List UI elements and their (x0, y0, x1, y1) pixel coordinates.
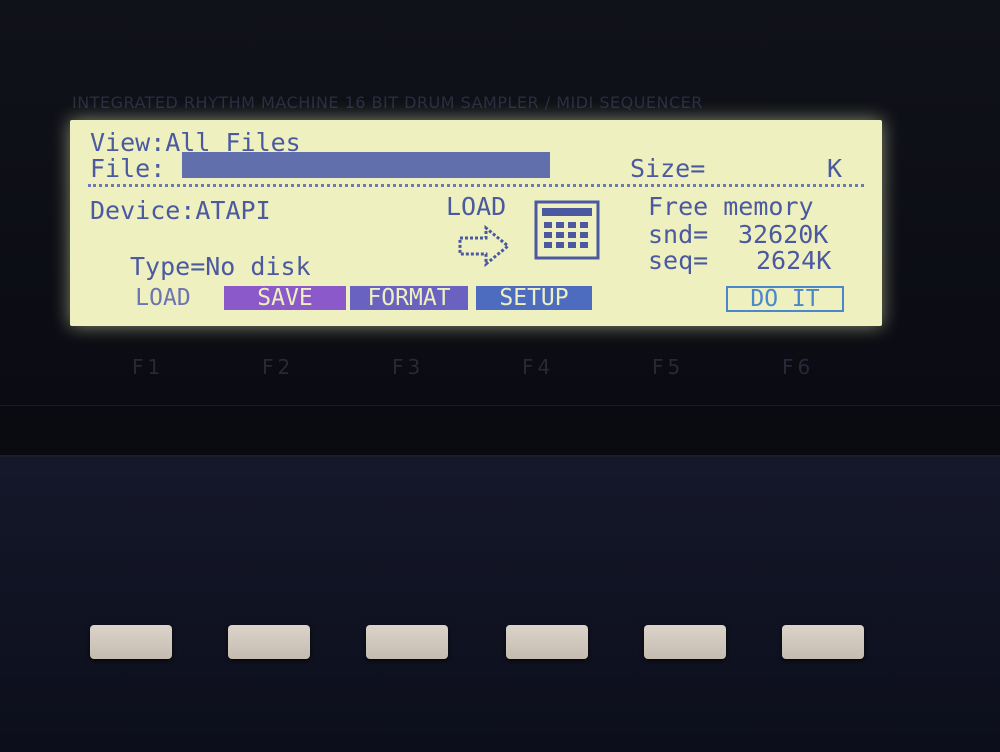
device-label: Device:ATAPI (90, 196, 271, 225)
f3-label: F3 (392, 355, 425, 379)
snd-value: 32620K (738, 220, 829, 249)
size-label: Size= (630, 154, 706, 183)
snd-label: snd= (648, 220, 709, 249)
softkey-setup[interactable]: SETUP (476, 286, 592, 310)
f5-label: F5 (652, 355, 685, 379)
f2-button[interactable] (228, 625, 310, 659)
panel-ridge (0, 405, 1000, 456)
f5-button[interactable] (644, 625, 726, 659)
seq-value: 2624K (756, 246, 832, 275)
f3-button[interactable] (366, 625, 448, 659)
softkey-format[interactable]: FORMAT (350, 286, 468, 310)
f6-label: F6 (782, 355, 815, 379)
f1-label: F1 (132, 355, 165, 379)
device-lower-panel (0, 455, 1000, 752)
softkey-load[interactable]: LOAD (120, 286, 206, 310)
lcd-screen: View:All Files File: Size= K Device:ATAP… (70, 120, 882, 326)
load-heading: LOAD (446, 192, 507, 221)
f4-button[interactable] (506, 625, 588, 659)
f6-button[interactable] (782, 625, 864, 659)
file-name-field[interactable] (182, 152, 550, 178)
softkey-save[interactable]: SAVE (224, 286, 346, 310)
right-arrow-icon (458, 224, 510, 268)
drum-machine-icon (534, 200, 600, 260)
file-label: File: (90, 154, 166, 183)
f1-button[interactable] (90, 625, 172, 659)
size-unit: K (827, 154, 843, 183)
f2-label: F2 (262, 355, 295, 379)
free-memory-label: Free memory (648, 192, 814, 221)
panel-label: INTEGRATED RHYTHM MACHINE 16 BIT DRUM SA… (72, 93, 703, 112)
f4-label: F4 (522, 355, 555, 379)
disk-type: Type=No disk (130, 252, 311, 281)
seq-label: seq= (648, 246, 709, 275)
softkey-do-it[interactable]: DO IT (726, 286, 844, 312)
divider (88, 184, 864, 187)
